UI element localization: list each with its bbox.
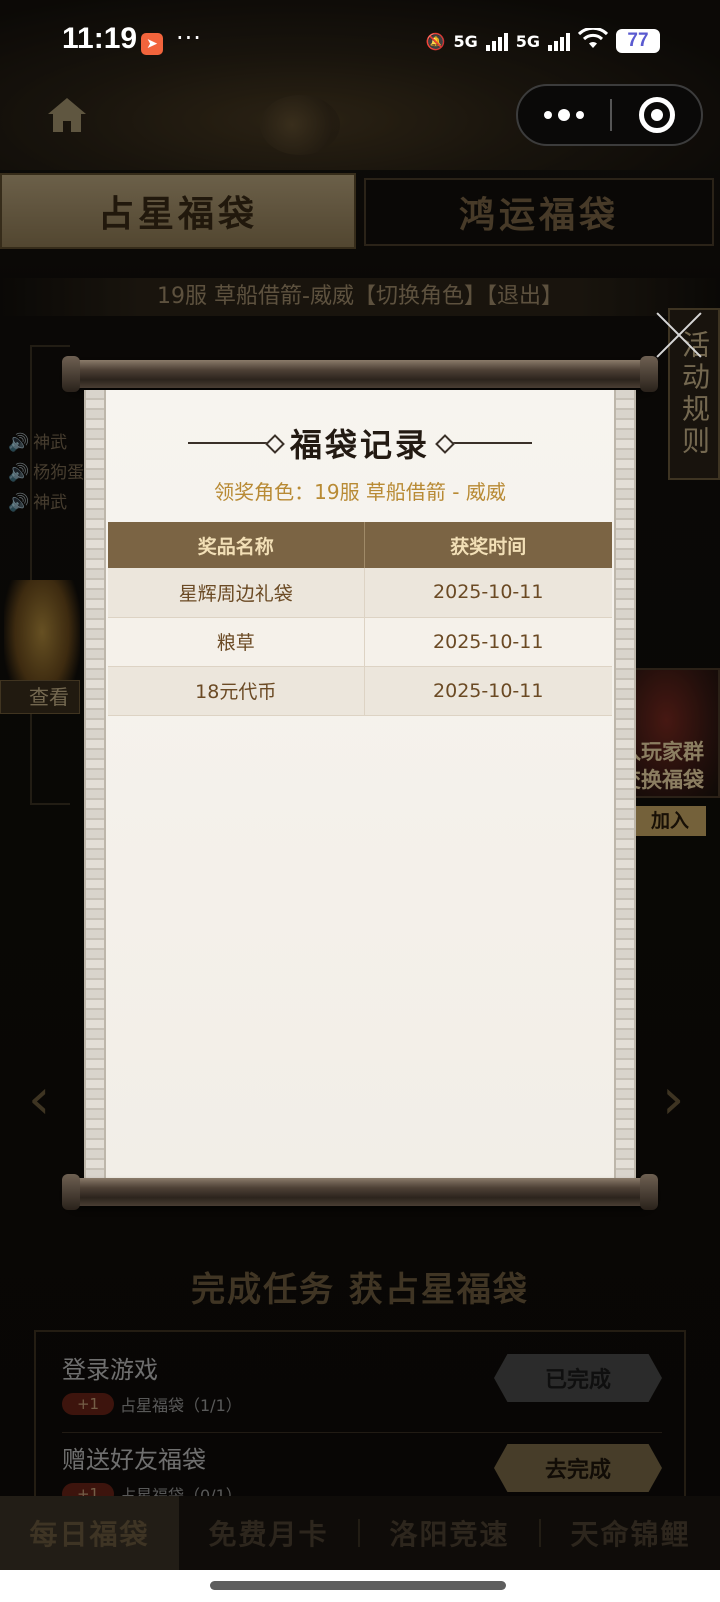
modal-title-wrap: 福袋记录 xyxy=(106,418,614,468)
prize-date-cell: 2025-10-11 xyxy=(364,568,612,618)
prize-name-cell: 星辉周边礼袋 xyxy=(108,568,365,618)
table-header-row: 奖品名称 获奖时间 xyxy=(108,522,612,568)
scroll-rod-top xyxy=(62,356,658,392)
status-icons: 🔕 5G 5G 77 xyxy=(425,26,660,54)
table-row: 18元代币 2025-10-11 xyxy=(108,666,612,716)
mute-icon: 🔕 xyxy=(425,31,446,51)
home-indicator[interactable] xyxy=(210,1581,506,1590)
network-type-1: 5G xyxy=(453,31,478,51)
prize-name-cell: 粮草 xyxy=(108,617,365,667)
prize-role-label: 领奖角色：19服 草船借箭 - 威威 xyxy=(214,480,506,504)
modal-content: 福袋记录 领奖角色：19服 草船借箭 - 威威 奖品名称 获奖时间 星辉周边礼袋… xyxy=(106,390,614,1178)
status-bar: 11:19 ➤ ··· 🔕 5G 5G 77 xyxy=(0,0,720,86)
wifi-icon xyxy=(577,26,609,54)
miniprogram-capsule xyxy=(516,84,703,146)
column-header-time: 获奖时间 xyxy=(364,522,612,568)
prize-name-cell: 18元代币 xyxy=(108,666,365,716)
signal-icon xyxy=(548,31,570,51)
title-decoration xyxy=(187,442,278,444)
table-row: 粮草 2025-10-11 xyxy=(108,617,612,667)
notification-app-icon: ➤ xyxy=(141,33,163,55)
scroll-border-decoration xyxy=(614,390,636,1178)
title-decoration xyxy=(442,442,532,444)
column-header-prize: 奖品名称 xyxy=(108,522,365,568)
close-icon[interactable] xyxy=(656,312,702,358)
status-time: 11:19 xyxy=(62,22,138,55)
battery-icon: 77 xyxy=(616,29,660,53)
scroll-border-decoration xyxy=(84,390,106,1178)
more-notifications-icon: ··· xyxy=(176,24,202,52)
more-menu-icon[interactable] xyxy=(518,86,610,144)
modal-title: 福袋记录 xyxy=(289,426,430,464)
table-row: 星辉周边礼袋 2025-10-11 xyxy=(108,568,612,618)
record-modal: 福袋记录 领奖角色：19服 草船借箭 - 威威 奖品名称 获奖时间 星辉周边礼袋… xyxy=(84,390,636,1178)
record-table: 奖品名称 获奖时间 星辉周边礼袋 2025-10-11 粮草 2025-10-1… xyxy=(108,522,612,716)
signal-icon xyxy=(485,31,508,51)
scroll-rod-bottom xyxy=(62,1174,658,1210)
miniprogram-close-icon[interactable] xyxy=(612,97,701,133)
prize-date-cell: 2025-10-11 xyxy=(364,617,612,667)
network-type-2: 5G xyxy=(515,31,540,51)
prize-date-cell: 2025-10-11 xyxy=(364,666,612,716)
